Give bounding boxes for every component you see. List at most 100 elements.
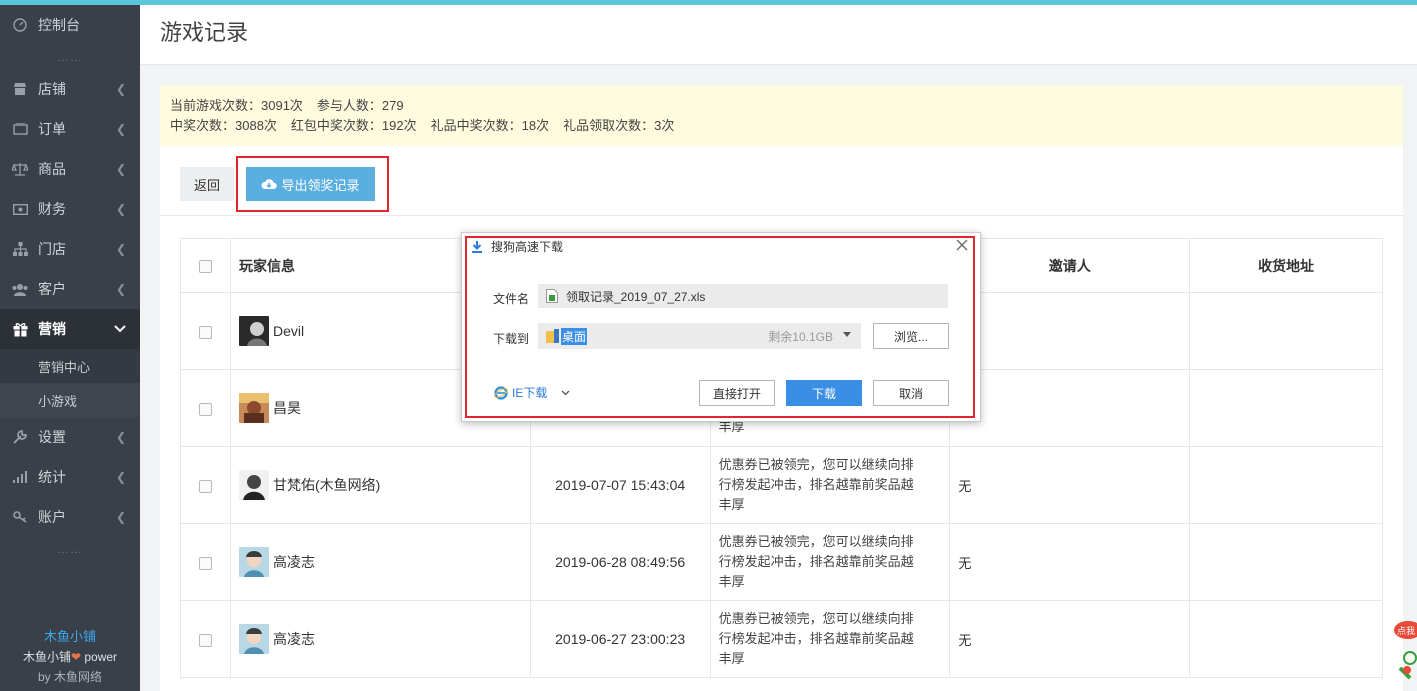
row-select-cell xyxy=(180,446,231,524)
inviter-cell: 无 xyxy=(949,523,1191,601)
row-select-cell xyxy=(180,292,231,370)
row-checkbox[interactable] xyxy=(198,633,212,647)
stat-red-packet-wins: 红包中奖次数：192次 xyxy=(290,118,417,133)
sidebar-item-label: 控制台 xyxy=(38,17,80,33)
sidebar-item-dashboard[interactable]: 控制台 xyxy=(0,5,140,45)
chevron-left-icon: ❮ xyxy=(115,202,126,216)
sidebar-item-settings[interactable]: 设置 ❮ xyxy=(0,417,140,457)
sidebar-subitem-mini-games[interactable]: 小游戏 xyxy=(0,383,140,417)
player-name: 昌昊 xyxy=(272,400,301,416)
address-cell xyxy=(1189,523,1383,601)
inviter-text: 无 xyxy=(958,632,972,648)
table-row: 高凌志 2019-06-28 08:49:56 优惠券已被领完，您可以继续向排行… xyxy=(180,523,1383,601)
player-name: 高凌志 xyxy=(272,554,315,570)
address-cell xyxy=(1189,292,1383,370)
dashboard-icon xyxy=(12,17,28,33)
sidebar-item-statistics[interactable]: 统计 ❮ xyxy=(0,457,140,497)
chevron-left-icon: ❮ xyxy=(115,510,126,524)
sidebar-divider-dots: …… xyxy=(57,50,83,64)
prize-text: 优惠券已被领完，您可以继续向排 行榜发起冲击，排名越靠前奖品越 丰厚 xyxy=(711,609,950,669)
select-all-checkbox[interactable] xyxy=(198,260,212,274)
prize-line: 行榜发起冲击，排名越靠前奖品越 xyxy=(718,554,914,569)
sidebar-item-finance[interactable]: 财务 ❮ xyxy=(0,189,140,229)
avatar xyxy=(238,470,269,500)
inviter-cell xyxy=(949,292,1191,370)
brand-power: 木鱼小铺❤ power xyxy=(0,647,140,667)
prize-line: 行榜发起冲击，排名越靠前奖品越 xyxy=(718,631,914,646)
ie-download-link[interactable]: IE下载 xyxy=(494,384,570,401)
sidebar: 控制台 …… 店铺 ❮ 订单 ❮ 商品 ❮ 财务 ❮ 门店 ❮ 客户 ❮ 营销 … xyxy=(0,5,140,691)
sidebar-item-order[interactable]: 订单 ❮ xyxy=(0,109,140,149)
sidebar-item-shop[interactable]: 店铺 ❮ xyxy=(0,69,140,109)
prize-text: 优惠券已被领完，您可以继续向排 行榜发起冲击，排名越靠前奖品越 丰厚 xyxy=(711,532,950,592)
cloud-download-icon xyxy=(261,179,278,189)
address-cell xyxy=(1189,369,1383,447)
inviter-cell: 无 xyxy=(949,600,1191,678)
download-button[interactable]: 下载 xyxy=(786,380,862,406)
chevron-left-icon: ❮ xyxy=(115,470,126,484)
file-name-field[interactable]: 领取记录_2019_07_27.xls xyxy=(538,284,948,308)
stats-line-1: 当前游戏次数：3091次 参与人数：279 xyxy=(170,96,1393,116)
close-icon[interactable] xyxy=(955,238,969,252)
page-title: 游戏记录 xyxy=(160,20,249,45)
chevron-down-icon[interactable] xyxy=(561,390,570,396)
prize-line: 行榜发起冲击，排名越靠前奖品越 xyxy=(718,477,914,492)
sidebar-item-store[interactable]: 门店 ❮ xyxy=(0,229,140,269)
file-name-value: 领取记录_2019_07_27.xls xyxy=(566,289,706,304)
sidebar-item-marketing[interactable]: 营销 xyxy=(0,309,140,349)
row-select-cell xyxy=(180,369,231,447)
table-row: 高凌志 2019-06-27 23:00:23 优惠券已被领完，您可以继续向排行… xyxy=(180,600,1383,678)
prize-cell: 优惠券已被领完，您可以继续向排 行榜发起冲击，排名越靠前奖品越 丰厚 xyxy=(709,523,951,601)
action-toolbar: 返回 导出领奖记录 xyxy=(160,146,1403,216)
prize-cell: 优惠券已被领完，您可以继续向排 行榜发起冲击，排名越靠前奖品越 丰厚 xyxy=(709,446,951,524)
brand-by: by 木鱼网络 xyxy=(37,670,102,684)
sidebar-item-label: 客户 xyxy=(38,281,66,297)
ie-download-label: IE下载 xyxy=(512,386,548,400)
inviter-cell: 无 xyxy=(949,446,1191,524)
inviter-text: 无 xyxy=(958,555,972,571)
stat-participants: 参与人数：279 xyxy=(316,98,404,113)
inviter-text: 无 xyxy=(958,478,972,494)
row-checkbox[interactable] xyxy=(198,479,212,493)
player-name: Devil xyxy=(272,323,305,339)
sidebar-item-label: 订单 xyxy=(38,121,66,137)
browse-button[interactable]: 浏览... xyxy=(873,323,949,349)
back-button[interactable]: 返回 xyxy=(180,167,234,201)
ie-browser-icon xyxy=(494,385,508,400)
export-records-button[interactable]: 导出领奖记录 xyxy=(246,167,375,201)
gift-icon xyxy=(12,321,28,337)
brand-footer: 木鱼小铺 木鱼小铺❤ power by 木鱼网络 xyxy=(0,627,140,687)
stat-gift-claims: 礼品领取次数：3次 xyxy=(563,118,675,133)
chevron-left-icon: ❮ xyxy=(115,162,126,176)
sidebar-item-account[interactable]: 账户 ❮ xyxy=(0,497,140,537)
free-space-text: 剩余10.1GB xyxy=(768,329,833,344)
avatar xyxy=(238,547,269,577)
chevron-down-icon xyxy=(114,322,126,336)
sidebar-item-customer[interactable]: 客户 ❮ xyxy=(0,269,140,309)
row-checkbox[interactable] xyxy=(198,556,212,570)
brand-power-suffix: power xyxy=(81,650,118,664)
scale-icon xyxy=(12,161,28,177)
time-cell: 2019-07-07 15:43:04 xyxy=(529,446,711,524)
cancel-button[interactable]: 取消 xyxy=(873,380,949,406)
row-select-cell xyxy=(180,523,231,601)
player-cell: 甘梵佑(木鱼网络) xyxy=(229,446,531,524)
floating-help-widget[interactable]: 点我 xyxy=(1390,618,1417,691)
row-checkbox[interactable] xyxy=(198,402,212,416)
avatar xyxy=(238,624,269,654)
floating-widget-label: 点我 xyxy=(1397,626,1415,637)
sidebar-subitem-marketing-center[interactable]: 营销中心 xyxy=(0,349,140,383)
chevron-left-icon: ❮ xyxy=(115,430,126,444)
time-cell: 2019-06-27 23:00:23 xyxy=(529,600,711,678)
chevron-left-icon: ❮ xyxy=(115,82,126,96)
download-location-select[interactable]: 桌面 剩余10.1GB xyxy=(538,323,861,349)
avatar xyxy=(238,393,269,423)
open-directly-button[interactable]: 直接打开 xyxy=(699,380,775,406)
bar-chart-icon xyxy=(12,469,28,485)
column-header-address: 收货地址 xyxy=(1189,238,1383,293)
row-checkbox[interactable] xyxy=(198,325,212,339)
sidebar-divider-dots: …… xyxy=(57,542,83,556)
export-highlight-box: 导出领奖记录 xyxy=(236,156,389,212)
page-header: 游戏记录 xyxy=(140,5,1417,65)
sidebar-item-goods[interactable]: 商品 ❮ xyxy=(0,149,140,189)
